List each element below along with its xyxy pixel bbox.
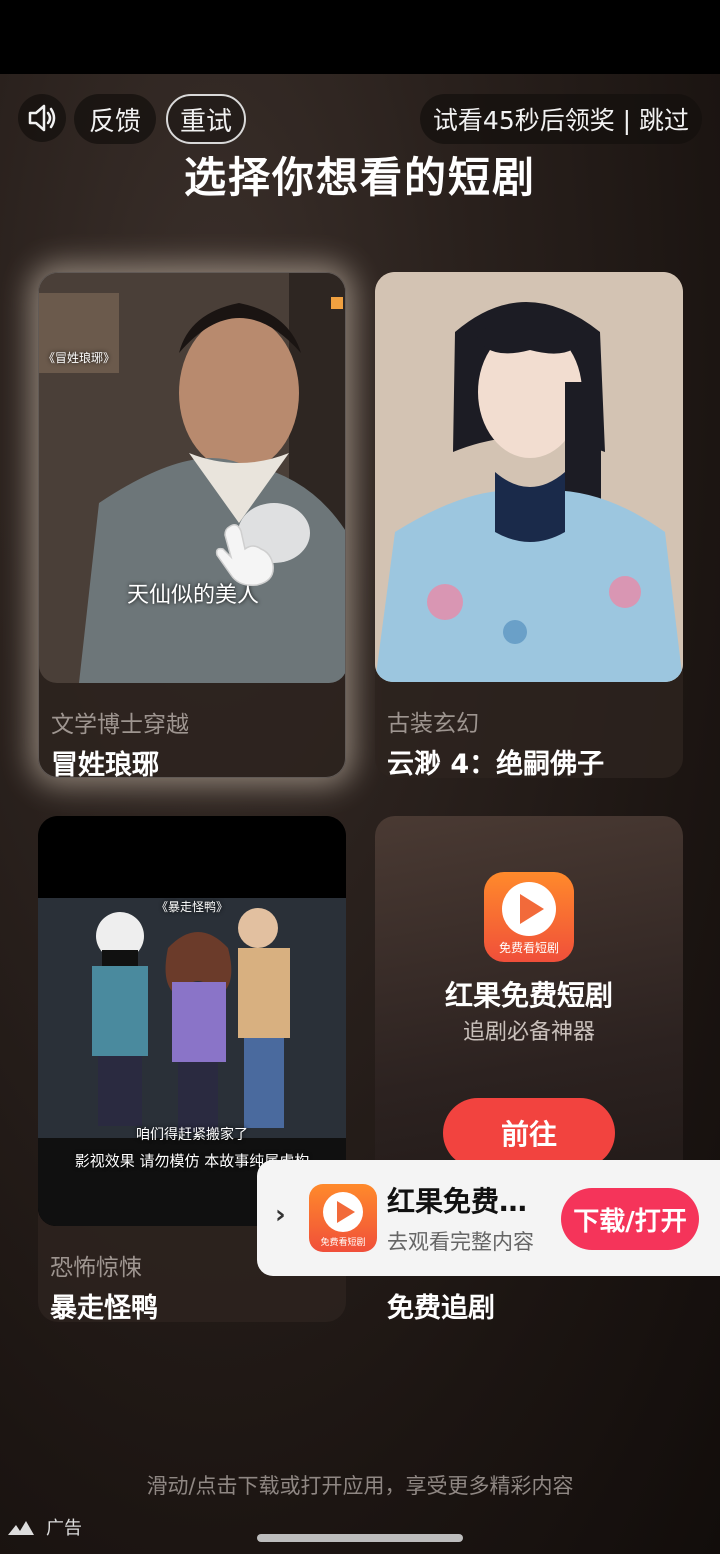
bottom-hint: 滑动/点击下载或打开应用，享受更多精彩内容 <box>146 1474 574 1498</box>
app-logo-icon: 免费看短剧 <box>484 872 574 962</box>
drama-name: 冒姓琅琊 <box>51 750 159 778</box>
drama-thumbnail <box>375 272 683 682</box>
drama-card-2[interactable]: 古装玄幻 云渺 4：绝嗣佛子 <box>375 272 683 778</box>
feedback-button[interactable]: 反馈 <box>74 94 156 144</box>
retry-button[interactable]: 重试 <box>166 94 246 144</box>
banner-subtitle: 去观看完整内容 <box>387 1230 534 1254</box>
app-name: 红果免费短剧 <box>444 979 613 1012</box>
chevron-right-icon[interactable]: › <box>275 1200 286 1230</box>
drama-card-1[interactable]: 《冒姓琅琊》 天仙似的美人 文学博士穿越 冒姓琅琊 <box>38 272 346 778</box>
page-title: 选择你想看的短剧 <box>183 153 536 202</box>
drama-poster-art <box>375 272 683 682</box>
ad-label-text: 广告 <box>46 1518 82 1539</box>
app-logo-icon: 免费看短剧 <box>309 1184 377 1252</box>
poster-subtitle: 咱们得赶紧搬家了 <box>136 1127 248 1143</box>
poster-title-overlay: 《冒姓琅琊》 <box>43 351 116 365</box>
drama-poster-art <box>39 273 345 683</box>
drama-name: 云渺 4：绝嗣佛子 <box>387 749 605 778</box>
app-logo-caption: 免费看短剧 <box>320 1238 366 1248</box>
ad-label[interactable]: 广告 <box>8 1514 82 1540</box>
drama-name: 暴走怪鸭 <box>50 1293 158 1322</box>
sound-toggle-button[interactable] <box>18 94 66 142</box>
app-logo-caption: 免费看短剧 <box>498 941 559 955</box>
home-indicator[interactable] <box>257 1534 463 1542</box>
download-open-button[interactable]: 下载/打开 <box>561 1188 699 1250</box>
app-tagline: 追剧必备神器 <box>462 1020 595 1045</box>
skip-button[interactable]: 试看45秒后领奖 | 跳过 <box>420 94 702 144</box>
drama-thumbnail: 《冒姓琅琊》 天仙似的美人 <box>39 273 345 683</box>
ad-logo-icon <box>8 1521 34 1535</box>
banner-app-name: 红果免费… <box>387 1185 528 1218</box>
goto-button[interactable]: 前往 <box>443 1098 615 1168</box>
drama-genre: 恐怖惊悚 <box>50 1255 142 1281</box>
download-banner[interactable]: › 免费看短剧 红果免费… 去观看完整内容 下载/打开 <box>257 1160 720 1276</box>
hand-pointer-icon <box>209 519 279 589</box>
speaker-icon <box>28 104 56 132</box>
drama-genre: 文学博士穿越 <box>51 712 189 738</box>
drama-genre: 古装玄幻 <box>387 711 479 737</box>
status-bar-area <box>0 0 720 74</box>
drama-name: 免费追剧 <box>387 1293 495 1322</box>
poster-subtitle: 天仙似的美人 <box>126 583 259 608</box>
poster-title-overlay: 《暴走怪鸭》 <box>155 900 228 914</box>
